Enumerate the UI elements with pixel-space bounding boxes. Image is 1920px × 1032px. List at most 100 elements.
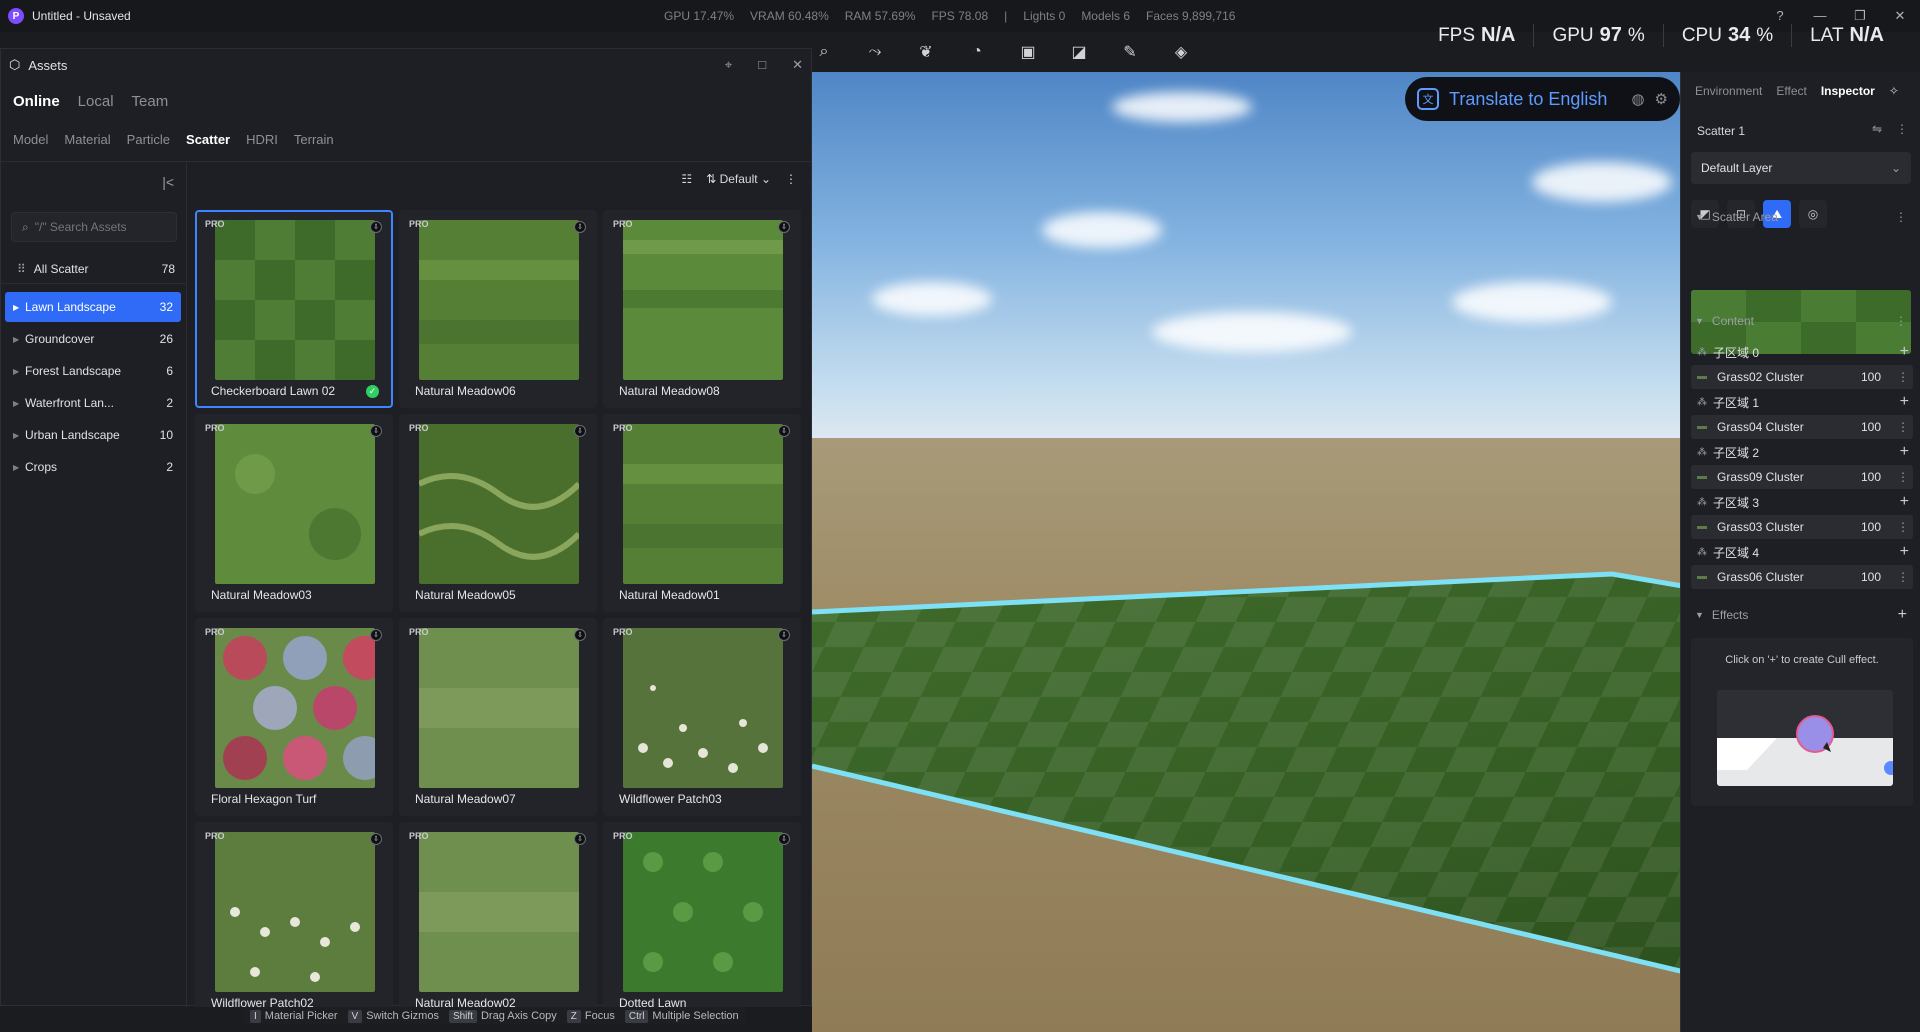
- download-icon[interactable]: ⇩: [574, 629, 586, 641]
- add-cluster-button[interactable]: +: [1900, 443, 1909, 461]
- zone-row[interactable]: ⁂ 子区域 1 +: [1691, 390, 1913, 414]
- more-icon[interactable]: ⋮: [1897, 520, 1909, 534]
- zone-row[interactable]: ⁂ 子区域 2 +: [1691, 440, 1913, 464]
- asset-card[interactable]: PRO ⇩ Natural Meadow06: [399, 210, 597, 408]
- gear-icon[interactable]: ⚙: [1655, 90, 1668, 108]
- leaf-icon[interactable]: ❦: [912, 38, 940, 66]
- tab-environment[interactable]: Environment: [1695, 84, 1762, 98]
- fire-icon[interactable]: ◔: [963, 38, 991, 66]
- category-item[interactable]: ▶ Groundcover 26: [5, 324, 181, 354]
- asset-card[interactable]: PRO ⇩ Natural Meadow05: [399, 414, 597, 612]
- layers-icon[interactable]: ◈: [1167, 38, 1195, 66]
- download-icon[interactable]: ⇩: [370, 221, 382, 233]
- asset-card[interactable]: PRO ⇩ Wildflower Patch03: [603, 618, 801, 816]
- download-icon[interactable]: ⇩: [574, 221, 586, 233]
- tab-hdri[interactable]: HDRI: [246, 132, 278, 147]
- sparkle-icon[interactable]: ✧: [1889, 84, 1899, 98]
- more-icon[interactable]: ⋮: [1897, 420, 1909, 434]
- download-icon[interactable]: ⇩: [370, 629, 382, 641]
- asset-card[interactable]: PRO ⇩ Checkerboard Lawn 02 ✓: [195, 210, 393, 408]
- tab-effect[interactable]: Effect: [1776, 84, 1806, 98]
- tab-local[interactable]: Local: [78, 93, 114, 110]
- sort-dropdown[interactable]: ⇅ Default ⌄: [706, 172, 771, 186]
- download-icon[interactable]: ⇩: [574, 833, 586, 845]
- close-icon[interactable]: ✕: [792, 57, 803, 73]
- pen-icon[interactable]: ✎: [1116, 38, 1144, 66]
- zone-row[interactable]: ⁂ 子区域 4 +: [1691, 540, 1913, 564]
- tab-particle[interactable]: Particle: [127, 132, 170, 147]
- download-icon[interactable]: ⇩: [574, 425, 586, 437]
- add-cluster-button[interactable]: +: [1900, 543, 1909, 561]
- add-effect-button[interactable]: +: [1898, 606, 1907, 624]
- category-item[interactable]: ▶ Urban Landscape 10: [5, 420, 181, 450]
- add-cluster-button[interactable]: +: [1900, 343, 1909, 361]
- more-icon[interactable]: ⋮: [1897, 370, 1909, 384]
- search-input[interactable]: [34, 220, 155, 234]
- add-cluster-button[interactable]: +: [1900, 393, 1909, 411]
- download-icon[interactable]: ⇩: [778, 425, 790, 437]
- cluster-row[interactable]: Grass03 Cluster 100 ⋮: [1691, 515, 1913, 539]
- collapse-sidebar-icon[interactable]: |<: [162, 174, 174, 190]
- translate-label[interactable]: Translate to English: [1449, 89, 1607, 110]
- zone-row[interactable]: ⁂ 子区域 3 +: [1691, 490, 1913, 514]
- category-item[interactable]: ▶ Crops 2: [5, 452, 181, 482]
- tab-terrain[interactable]: Terrain: [294, 132, 334, 147]
- cluster-value[interactable]: 100: [1861, 570, 1881, 584]
- section-icon[interactable]: ◪: [1065, 38, 1093, 66]
- download-icon[interactable]: ⇩: [370, 425, 382, 437]
- add-cluster-button[interactable]: +: [1900, 493, 1909, 511]
- asset-card[interactable]: PRO ⇩ Natural Meadow07: [399, 618, 597, 816]
- more-icon[interactable]: ⋮: [1897, 470, 1909, 484]
- content-header[interactable]: ▼ Content ⋮: [1681, 308, 1920, 334]
- search-icon[interactable]: ⌕: [810, 38, 838, 66]
- pin-icon[interactable]: ⌖: [725, 57, 732, 73]
- camera-move-icon[interactable]: ▣: [1014, 38, 1042, 66]
- translate-pill[interactable]: 文 Translate to English ◍ ⚙: [1405, 77, 1680, 121]
- tab-model[interactable]: Model: [13, 132, 48, 147]
- asset-card[interactable]: PRO ⇩ Natural Meadow02: [399, 822, 597, 1007]
- more-icon[interactable]: ⋮: [1895, 210, 1907, 224]
- asset-card[interactable]: PRO ⇩ Natural Meadow03: [195, 414, 393, 612]
- cluster-row[interactable]: Grass04 Cluster 100 ⋮: [1691, 415, 1913, 439]
- cluster-value[interactable]: 100: [1861, 370, 1881, 384]
- cluster-value[interactable]: 100: [1861, 470, 1881, 484]
- download-icon[interactable]: ⇩: [778, 833, 790, 845]
- maximize-icon[interactable]: □: [758, 57, 766, 73]
- cluster-value[interactable]: 100: [1861, 520, 1881, 534]
- asset-card[interactable]: PRO ⇩ Wildflower Patch02: [195, 822, 393, 1007]
- filter-icon[interactable]: ☷: [681, 172, 692, 186]
- search-box[interactable]: ⌕: [11, 212, 177, 242]
- more-icon[interactable]: ⋮: [1897, 570, 1909, 584]
- tab-online[interactable]: Online: [13, 93, 60, 110]
- asset-card[interactable]: PRO ⇩ Dotted Lawn: [603, 822, 801, 1007]
- tab-material[interactable]: Material: [64, 132, 110, 147]
- tab-team[interactable]: Team: [132, 93, 169, 110]
- category-item[interactable]: ▶ Lawn Landscape 32: [5, 292, 181, 322]
- layer-select[interactable]: Default Layer ⌄: [1691, 152, 1911, 184]
- swap-icon[interactable]: ⇋: [1872, 122, 1882, 136]
- all-scatter-item[interactable]: ⠿ All Scatter 78: [1, 254, 187, 284]
- 3d-viewport[interactable]: [812, 72, 1680, 1032]
- asset-card[interactable]: PRO ⇩ Natural Meadow08: [603, 210, 801, 408]
- category-item[interactable]: ▶ Waterfront Lan... 2: [5, 388, 181, 418]
- asset-card[interactable]: PRO ⇩ Natural Meadow01: [603, 414, 801, 612]
- path-icon[interactable]: ⤳: [861, 38, 889, 66]
- scatter-area-plane[interactable]: [812, 72, 1680, 1032]
- effects-header[interactable]: ▼ Effects +: [1681, 602, 1920, 628]
- asset-card[interactable]: PRO ⇩ Floral Hexagon Turf: [195, 618, 393, 816]
- cluster-row[interactable]: Grass09 Cluster 100 ⋮: [1691, 465, 1913, 489]
- cluster-row[interactable]: Grass06 Cluster 100 ⋮: [1691, 565, 1913, 589]
- cluster-row[interactable]: Grass02 Cluster 100 ⋮: [1691, 365, 1913, 389]
- zone-row[interactable]: ⁂ 子区域 0 +: [1691, 340, 1913, 364]
- download-icon[interactable]: ⇩: [778, 221, 790, 233]
- scatter-area-header[interactable]: ▼ Scatter Area ⋮: [1681, 204, 1920, 230]
- cluster-value[interactable]: 100: [1861, 420, 1881, 434]
- more-icon[interactable]: ⋮: [1896, 122, 1908, 136]
- tab-scatter[interactable]: Scatter: [186, 132, 230, 147]
- download-icon[interactable]: ⇩: [778, 629, 790, 641]
- more-icon[interactable]: ⋮: [1895, 314, 1907, 328]
- download-icon[interactable]: ⇩: [370, 833, 382, 845]
- category-item[interactable]: ▶ Forest Landscape 6: [5, 356, 181, 386]
- globe-icon[interactable]: ◍: [1631, 90, 1644, 108]
- more-icon[interactable]: ⋮: [785, 172, 797, 186]
